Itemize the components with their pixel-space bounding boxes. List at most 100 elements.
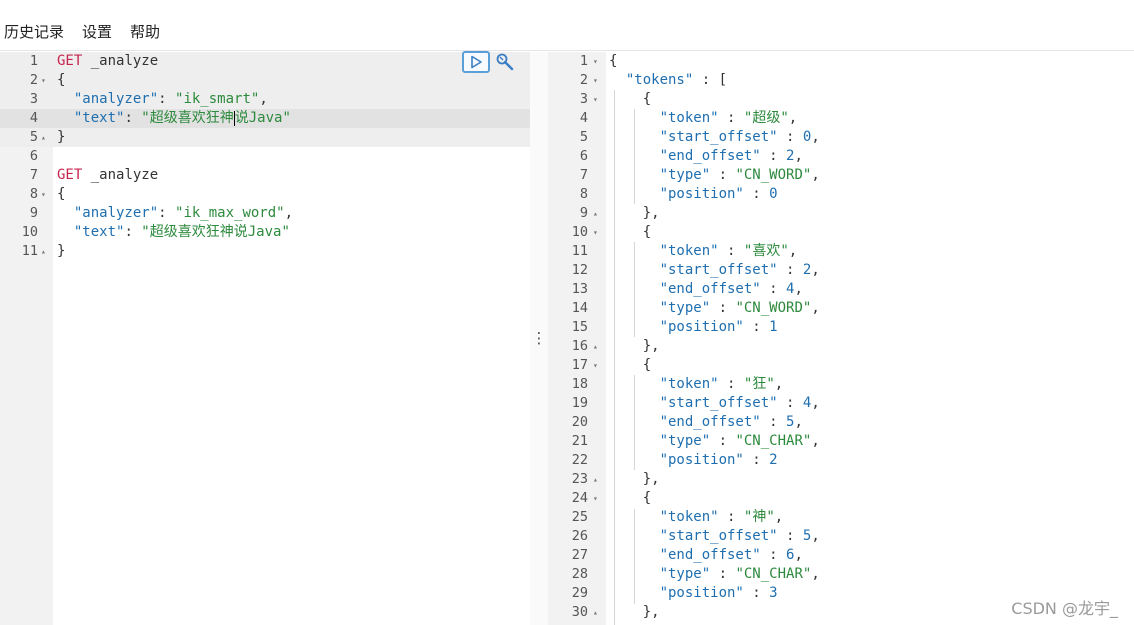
request-tools-button[interactable] [494,51,516,73]
response-line[interactable]: 18 "token" : "狂", [548,375,1134,394]
code-token: , [811,167,820,183]
code-token: }, [609,338,660,354]
menu-item-help[interactable]: 帮助 [130,21,160,42]
code-token: , [774,509,784,525]
response-line[interactable]: 20 "end_offset" : 5, [548,413,1134,432]
request-line[interactable]: 5 ▴} [0,128,530,147]
request-line[interactable]: 4 "text": "超级喜欢狂神说Java" [0,109,530,128]
response-line[interactable]: 27 "end_offset" : 6, [548,546,1134,565]
line-number: 11 [21,243,38,259]
code-token: "position" [659,585,744,601]
request-line[interactable]: 11 ▴} [0,242,530,261]
line-number: 10 [21,224,38,240]
response-line[interactable]: 21 "type" : "CN_CHAR", [548,432,1134,451]
response-line[interactable]: 8 "position" : 0 [548,185,1134,204]
request-line[interactable]: 1 GET _analyze [0,52,530,71]
fold-close-icon[interactable]: ▴ [41,242,46,261]
response-line[interactable]: 5 "start_offset" : 0, [548,128,1134,147]
pane-splitter[interactable]: ⋮ [530,52,548,625]
fold-close-icon[interactable]: ▴ [593,603,598,622]
request-line[interactable]: 8 ▾ { [0,185,530,204]
code-token: , [811,566,820,582]
line-number: 25 [571,509,588,525]
line-number: 7 [579,167,588,183]
code-token: } [57,129,66,145]
response-line[interactable]: 23 ▴ }, [548,470,1134,489]
code-token: "text" [73,110,125,126]
fold-open-icon[interactable]: ▾ [41,71,46,90]
request-line[interactable]: 7 GET _analyze [0,166,530,185]
response-line[interactable]: 3 ▾ { [548,90,1134,109]
code-token: : [777,129,803,145]
request-line[interactable]: 3 "analyzer": "ik_smart", [0,90,530,109]
line-number: 26 [571,528,588,544]
code-token: { [609,490,652,506]
menu-item-history[interactable]: 历史记录 [4,21,64,42]
response-line[interactable]: 19 "start_offset" : 4, [548,394,1134,413]
code-text: "start_offset" : 0, [609,128,820,147]
response-line[interactable]: 10 ▾ { [548,223,1134,242]
code-token: "type" [659,566,711,582]
code-token: { [57,72,66,88]
fold-open-icon[interactable]: ▾ [593,52,598,71]
response-line[interactable]: 7 "type" : "CN_WORD", [548,166,1134,185]
request-line[interactable]: 6 [0,147,530,166]
response-line[interactable]: 25 "token" : "神", [548,508,1134,527]
request-editor[interactable]: 1 GET _analyze 2 ▾{3 "analyzer": "ik_smart"… [0,52,530,625]
request-line[interactable]: 10 "text": "超级喜欢狂神说Java" [0,223,530,242]
menu-item-settings[interactable]: 设置 [82,21,112,42]
code-token: "CN_WORD" [735,167,812,183]
fold-close-icon[interactable]: ▴ [593,470,598,489]
run-request-button[interactable] [462,51,490,73]
line-number: 15 [571,319,588,335]
fold-open-icon[interactable]: ▾ [593,356,598,375]
code-token: 1 [769,319,778,335]
code-token: "position" [659,452,744,468]
response-line[interactable]: 1 ▾ { [548,52,1134,71]
response-line[interactable]: 11 "token" : "喜欢", [548,242,1134,261]
watermark: CSDN @龙宇_ [1011,599,1118,618]
menu-divider [0,50,1134,51]
response-line[interactable]: 13 "end_offset" : 4, [548,280,1134,299]
code-token: , [794,414,803,430]
response-line[interactable]: 26 "start_offset" : 5, [548,527,1134,546]
response-line[interactable]: 6 "end_offset" : 2, [548,147,1134,166]
line-number: 5 [29,129,38,145]
code-token: : [760,547,787,563]
code-token: "start_offset" [659,262,778,278]
code-text: "end_offset" : 6, [609,546,803,565]
response-line[interactable]: 9 ▴ }, [548,204,1134,223]
response-viewer[interactable]: 1 ▾{2 ▾ "tokens" : [3 ▾ {4 "token" : "超级", 5… [548,52,1134,625]
response-line[interactable]: 22 "position" : 2 [548,451,1134,470]
code-token: }, [609,205,660,221]
fold-open-icon[interactable]: ▾ [593,223,598,242]
code-token: "喜欢" [743,243,789,259]
fold-close-icon[interactable]: ▴ [41,128,46,147]
request-line[interactable]: 2 ▾ { [0,71,530,90]
fold-open-icon[interactable]: ▾ [593,489,598,508]
response-line[interactable]: 4 "token" : "超级", [548,109,1134,128]
response-line[interactable]: 15 "position" : 1 [548,318,1134,337]
response-line[interactable]: 14 "type" : "CN_WORD", [548,299,1134,318]
fold-open-icon[interactable]: ▾ [593,71,598,90]
code-token: , [811,300,820,316]
response-line[interactable]: 12 "start_offset" : 2, [548,261,1134,280]
fold-open-icon[interactable]: ▾ [593,90,598,109]
response-line[interactable]: 2 ▾ "tokens" : [ [548,71,1134,90]
request-line[interactable]: 9 "analyzer": "ik_max_word", [0,204,530,223]
response-line[interactable]: 24 ▾ { [548,489,1134,508]
fold-open-icon[interactable]: ▾ [41,185,46,204]
fold-close-icon[interactable]: ▴ [593,337,598,356]
response-line[interactable]: 16 ▴ }, [548,337,1134,356]
code-token: , [259,91,268,107]
fold-close-icon[interactable]: ▴ [593,204,598,223]
response-line[interactable]: 28 "type" : "CN_CHAR", [548,565,1134,584]
response-line[interactable]: 17 ▾ { [548,356,1134,375]
